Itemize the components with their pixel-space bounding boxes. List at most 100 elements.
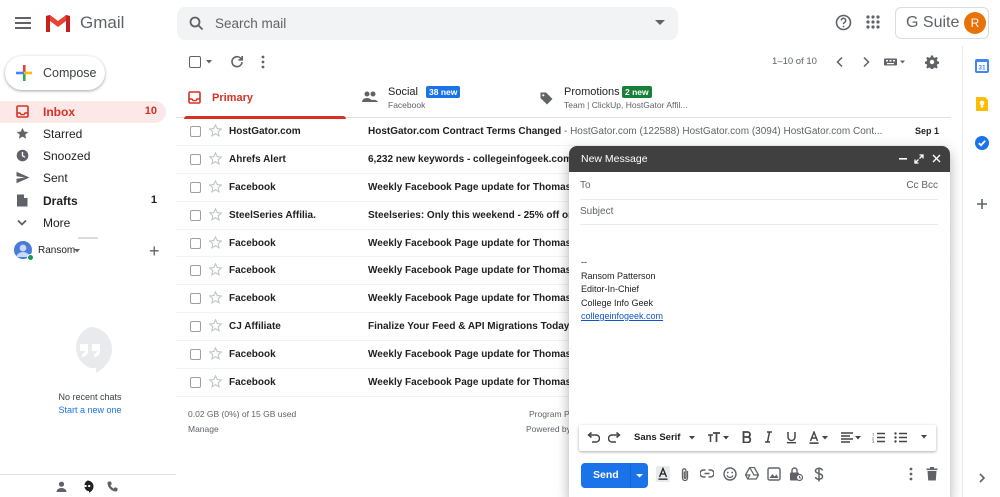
settings-gear-icon[interactable] <box>925 55 939 69</box>
align-icon[interactable] <box>841 432 861 443</box>
subject-input[interactable] <box>580 206 930 217</box>
row-checkbox[interactable] <box>190 377 201 389</box>
star-outline-icon[interactable] <box>209 235 222 249</box>
star-outline-icon[interactable] <box>209 207 222 221</box>
star-outline-icon[interactable] <box>209 347 222 361</box>
mail-row[interactable]: HostGator.com HostGator.com Contract Ter… <box>176 118 951 146</box>
more-vert-icon[interactable] <box>260 55 266 69</box>
nav-item-more[interactable]: More <box>0 212 166 234</box>
signature-link[interactable]: collegeinfogeek.com <box>581 310 663 324</box>
search-input[interactable] <box>215 16 635 31</box>
star-outline-icon[interactable] <box>209 319 222 333</box>
search-bar[interactable] <box>177 7 678 40</box>
calendar-icon[interactable]: 31 <box>974 58 990 74</box>
search-icon[interactable] <box>189 16 204 31</box>
row-checkbox[interactable] <box>190 209 201 221</box>
discard-draft-icon[interactable] <box>926 467 938 481</box>
tab-promotions[interactable]: Promotions 2 new Team | ClickUp, HostGat… <box>536 78 736 118</box>
row-checkbox[interactable] <box>190 293 201 305</box>
underline-icon[interactable] <box>786 431 797 444</box>
compose-header[interactable]: New Message <box>569 146 950 172</box>
insert-link-icon[interactable] <box>700 469 714 478</box>
font-family-select[interactable]: Sans Serif <box>634 432 680 443</box>
input-tools-keyboard-icon[interactable] <box>884 58 906 66</box>
hangouts-quote-icon[interactable] <box>81 480 94 493</box>
caret-down-icon[interactable] <box>74 249 80 253</box>
chevron-right-icon[interactable] <box>861 56 871 68</box>
program-policies-link[interactable]: Program P <box>529 409 570 419</box>
insert-photo-icon[interactable] <box>767 467 781 481</box>
row-checkbox[interactable] <box>190 126 201 137</box>
star-outline-icon[interactable] <box>209 151 222 165</box>
search-options-caret-icon[interactable] <box>655 20 665 26</box>
confidential-mode-icon[interactable] <box>789 467 803 482</box>
row-checkbox[interactable] <box>190 153 201 165</box>
add-chat-icon[interactable]: + <box>149 242 160 260</box>
keep-icon[interactable] <box>974 96 990 112</box>
nav-item-inbox[interactable]: Inbox 10 <box>0 101 166 123</box>
star-outline-icon[interactable] <box>209 291 222 305</box>
row-checkbox[interactable] <box>190 265 201 277</box>
help-icon[interactable] <box>835 14 852 31</box>
gmail-logo-icon[interactable] <box>44 12 72 34</box>
row-checkbox[interactable] <box>190 321 201 333</box>
start-chat-link[interactable]: Start a new one <box>0 405 180 415</box>
chevron-left-icon[interactable] <box>835 56 845 68</box>
more-formatting-caret-icon[interactable] <box>921 435 927 439</box>
to-field[interactable]: To Cc Bcc <box>580 176 938 200</box>
phone-icon[interactable] <box>107 481 118 492</box>
text-size-icon[interactable] <box>707 432 729 443</box>
manage-storage-link[interactable]: Manage <box>188 424 219 434</box>
bold-icon[interactable] <box>742 431 752 443</box>
redo-icon[interactable] <box>608 431 621 443</box>
people-icon <box>362 91 378 103</box>
message-body[interactable]: -- Ransom Patterson Editor-In-Chief Coll… <box>581 256 663 324</box>
contacts-person-icon[interactable] <box>56 481 67 492</box>
row-checkbox[interactable] <box>190 349 201 361</box>
google-drive-icon[interactable] <box>745 467 759 480</box>
main-menu-icon[interactable] <box>14 14 32 32</box>
emoji-icon[interactable] <box>723 467 737 481</box>
compose-button[interactable]: Compose <box>5 56 105 90</box>
row-checkbox[interactable] <box>190 237 201 249</box>
formatting-options-icon[interactable] <box>656 466 670 482</box>
star-outline-icon[interactable] <box>209 375 222 388</box>
bulleted-list-icon[interactable] <box>894 432 907 443</box>
fullscreen-icon[interactable] <box>914 154 924 164</box>
tab-social[interactable]: Social 38 new Facebook <box>360 78 535 118</box>
nav-item-sent[interactable]: Sent <box>0 167 166 189</box>
refresh-icon[interactable] <box>230 55 244 69</box>
select-all-checkbox[interactable] <box>189 56 201 68</box>
chevron-right-icon[interactable] <box>974 470 990 486</box>
star-outline-icon[interactable] <box>209 124 222 137</box>
chevron-down-icon <box>16 216 28 229</box>
caret-down-icon[interactable] <box>689 436 695 440</box>
send-button[interactable]: Send <box>581 463 648 488</box>
schedule-send-caret-icon[interactable] <box>636 474 643 478</box>
nav-item-starred[interactable]: Starred <box>0 123 166 145</box>
undo-icon[interactable] <box>587 431 600 443</box>
nav-item-drafts[interactable]: Drafts 1 <box>0 190 166 212</box>
star-outline-icon[interactable] <box>209 179 222 193</box>
account-avatar[interactable]: R <box>964 12 986 34</box>
tab-primary[interactable]: Primary <box>176 78 346 119</box>
add-addon-icon[interactable] <box>974 196 990 212</box>
minimize-icon[interactable] <box>899 158 907 160</box>
hangouts-user[interactable]: Ransom + <box>14 241 174 261</box>
italic-icon[interactable] <box>764 431 773 443</box>
apps-grid-icon[interactable] <box>866 15 880 29</box>
cc-bcc-link[interactable]: Cc Bcc <box>906 180 938 191</box>
attach-file-icon[interactable] <box>680 467 690 482</box>
star-outline-icon[interactable] <box>209 263 222 277</box>
numbered-list-icon[interactable]: 123 <box>872 432 885 443</box>
select-caret-down-icon[interactable] <box>206 60 212 64</box>
subject-field[interactable] <box>580 201 938 225</box>
row-checkbox[interactable] <box>190 181 201 193</box>
close-icon[interactable] <box>932 154 941 163</box>
nav-item-snoozed[interactable]: Snoozed <box>0 145 166 167</box>
more-options-icon[interactable] <box>909 467 913 481</box>
text-color-icon[interactable] <box>809 431 829 444</box>
dollar-icon[interactable] <box>814 467 824 482</box>
tasks-icon[interactable] <box>974 135 990 151</box>
nav-label: Snoozed <box>43 149 91 163</box>
